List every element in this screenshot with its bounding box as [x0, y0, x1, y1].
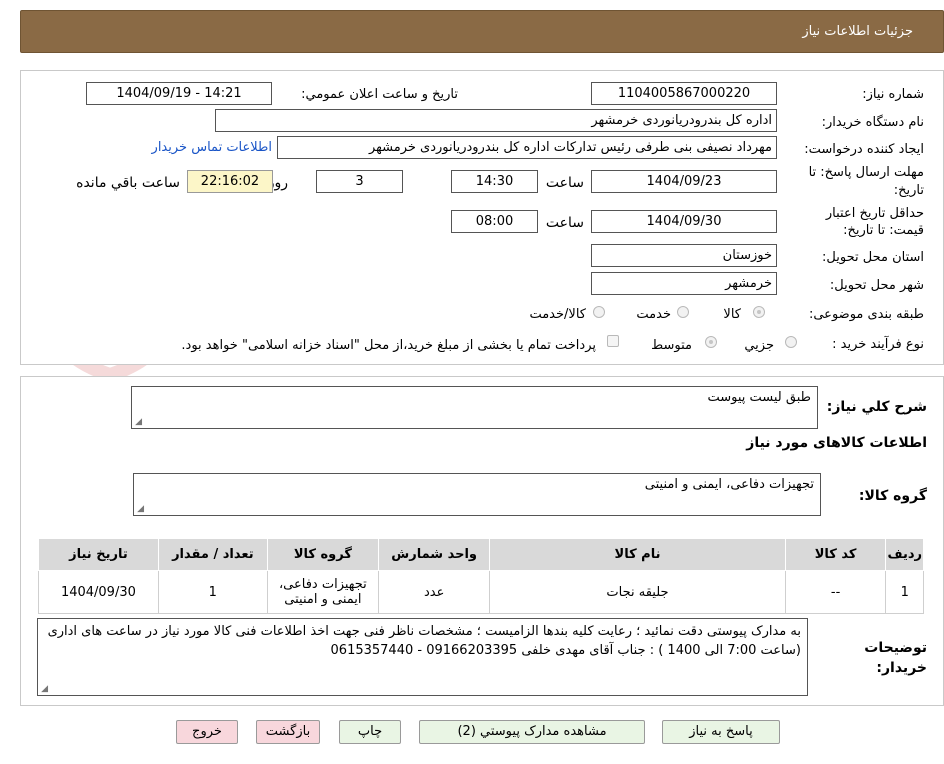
process-label: نوع فرآیند خرید : [832, 337, 924, 352]
cell-code: -- [784, 570, 887, 614]
page-header: جزئیات اطلاعات نیاز [20, 10, 944, 53]
col-name: نام کالا [489, 538, 786, 571]
summary-text: طبق لیست پیوست [707, 390, 811, 405]
exit-button[interactable]: خروج [176, 720, 238, 744]
process-option-medium: متوسط [651, 338, 692, 353]
summary-label: شرح كلي نياز: [826, 399, 927, 415]
goods-group-textarea[interactable]: تجهیزات دفاعی، ایمنی و امنیتی ◢ [133, 473, 821, 516]
buyer-org-label: نام دستگاه خريدار: [821, 115, 924, 130]
goods-info-title: اطلاعات کالاهای مورد نیاز [746, 435, 927, 451]
buyer-org-field: اداره کل بندرودریانوردی خرمشهر [215, 109, 777, 132]
col-code: کد کالا [784, 538, 887, 571]
col-unit: واحد شمارش [377, 538, 491, 571]
goods-table: رديف کد کالا نام کالا واحد شمارش گروه کا… [38, 538, 924, 614]
process-option-minor: جزیي [744, 338, 774, 353]
province-label: استان محل تحویل: [822, 250, 924, 265]
resize-grip-icon[interactable]: ◢ [136, 505, 144, 514]
deadline-time-label: ساعت [545, 175, 584, 191]
deadline-date-field: 1404/09/23 [591, 170, 777, 193]
validity-time-label: ساعت [545, 215, 584, 231]
col-group: گروه کالا [266, 538, 379, 571]
need-number-label: شماره نیاز: [862, 87, 924, 102]
summary-textarea[interactable]: طبق لیست پیوست ◢ [131, 386, 818, 429]
category-radio-goods-service[interactable] [593, 306, 605, 318]
cell-quantity: 1 [157, 570, 268, 614]
goods-group-label: گروه کالا: [858, 488, 927, 504]
remaining-label: ساعت باقي مانده [76, 175, 180, 191]
validity-date-field: 1404/09/30 [591, 210, 777, 233]
deadline-label-line2: تاریخ: [893, 183, 924, 198]
process-radio-minor[interactable] [785, 336, 797, 348]
need-number-field: 1104005867000220 [591, 82, 777, 105]
validity-label-line2: قیمت: تا تاریخ: [843, 223, 924, 238]
cell-need-date: 1404/09/30 [38, 570, 159, 614]
category-radio-service[interactable] [677, 306, 689, 318]
category-option-goods: کالا [723, 307, 741, 322]
col-row: رديف [885, 538, 924, 571]
buyer-notes-text: به مدارک پیوستی دقت نمائید ؛ رعایت کلیه … [47, 624, 801, 658]
cell-group: تجهیزات دفاعی، ایمنی و امنیتی [266, 570, 379, 614]
cell-name: جلیقه نجات [489, 570, 786, 614]
view-attachments-button[interactable]: مشاهده مدارک پیوستي (2) [419, 720, 645, 744]
buyer-notes-label: توضیحات خریدار: [857, 638, 927, 678]
treasury-payment-checkbox[interactable] [607, 335, 619, 347]
col-quantity: تعداد / مقدار [157, 538, 268, 571]
deadline-time-field: 14:30 [451, 170, 538, 193]
buyer-contact-link[interactable]: اطلاعات تماس خريدار [152, 140, 272, 155]
goods-group-text: تجهیزات دفاعی، ایمنی و امنیتی [644, 477, 814, 492]
process-radio-medium[interactable] [705, 336, 717, 348]
resize-grip-icon[interactable]: ◢ [134, 418, 142, 427]
deadline-label: مهلت ارسال پاسخ: تا تاریخ: [809, 164, 924, 200]
resize-grip-icon[interactable]: ◢ [40, 685, 48, 694]
deadline-label-line1: مهلت ارسال پاسخ: تا [808, 165, 924, 180]
print-button[interactable]: چاپ [339, 720, 401, 744]
announce-label: تاریخ و ساعت اعلان عمومي: [301, 87, 458, 102]
validity-label-line1: حداقل تاریخ اعتبار [825, 206, 924, 221]
table-row: 1 -- جلیقه نجات عدد تجهیزات دفاعی، ایمنی… [38, 570, 924, 614]
goods-table-header: رديف کد کالا نام کالا واحد شمارش گروه کا… [38, 538, 924, 571]
requester-label: ایجاد کننده درخواست: [804, 142, 924, 157]
category-option-service: خدمت [636, 307, 671, 322]
remaining-time-field: 22:16:02 [187, 170, 273, 193]
buyer-notes-label-text: توضیحات خریدار: [864, 640, 927, 676]
col-need-date: تاریخ نیاز [38, 538, 159, 571]
page-title: جزئیات اطلاعات نیاز [802, 24, 913, 39]
reply-button[interactable]: پاسخ به نیاز [662, 720, 780, 744]
category-label: طبقه بندی موضوعی: [808, 307, 924, 322]
treasury-payment-note: پرداخت تمام یا بخشی از مبلغ خرید،از محل … [181, 338, 596, 353]
city-label: شهر محل تحویل: [829, 278, 924, 293]
requester-field: مهرداد نصیفی بنی طرفی رئیس تداركات اداره… [277, 136, 777, 159]
cell-row: 1 [885, 570, 924, 614]
province-field: خوزستان [591, 244, 777, 267]
buyer-notes-textarea[interactable]: به مدارک پیوستی دقت نمائید ؛ رعایت کلیه … [37, 618, 808, 696]
city-field: خرمشهر [591, 272, 777, 295]
cell-unit: عدد [377, 570, 491, 614]
back-button[interactable]: بازگشت [256, 720, 320, 744]
category-option-goods-service: کالا/خدمت [529, 307, 586, 322]
validity-label: حداقل تاریخ اعتبار قیمت: تا تاریخ: [826, 205, 924, 239]
announce-field: 1404/09/19 - 14:21 [86, 82, 272, 105]
category-radio-goods[interactable] [753, 306, 765, 318]
days-field: 3 [316, 170, 403, 193]
validity-time-field: 08:00 [451, 210, 538, 233]
